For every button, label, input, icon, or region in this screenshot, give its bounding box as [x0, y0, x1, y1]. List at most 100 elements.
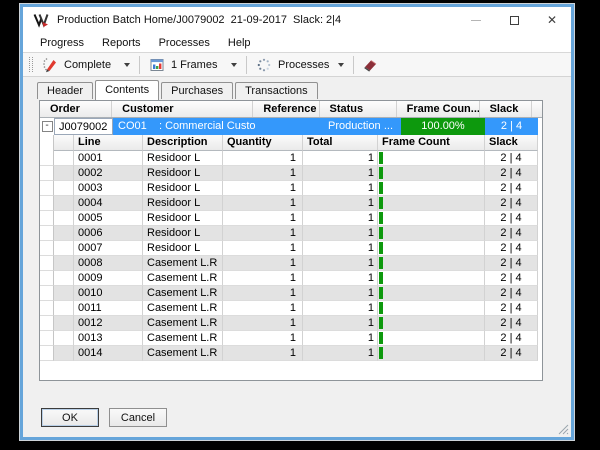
toolbar-grip[interactable]	[29, 57, 33, 72]
total-cell: 1	[303, 181, 378, 196]
description-cell: Casement L.R	[143, 316, 223, 331]
menu-reports[interactable]: Reports	[93, 37, 150, 49]
line-row[interactable]: 0011 Casement L.R 1 1 7.14% 2 | 4	[40, 301, 542, 316]
column-header-total[interactable]: Total	[303, 135, 378, 151]
slack-cell: 2 | 4	[485, 226, 538, 241]
line-row[interactable]: 0013 Casement L.R 1 1 7.14% 2 | 4	[40, 331, 542, 346]
line-row[interactable]: 0004 Residoor L 1 1 7.14% 2 | 4	[40, 196, 542, 211]
description-cell: Residoor L	[143, 151, 223, 166]
line-row[interactable]: 0014 Casement L.R 1 1 7.14% 2 | 4	[40, 346, 542, 361]
contents-tab-page: Order Customer Reference Status Frame Co…	[23, 99, 571, 437]
row-indent	[54, 316, 74, 331]
ok-button[interactable]: OK	[41, 408, 99, 427]
row-indent	[54, 346, 74, 361]
tab-transactions[interactable]: Transactions	[235, 82, 318, 99]
column-header-order[interactable]: Order	[40, 101, 112, 117]
slack-cell: 2 | 4	[485, 196, 538, 211]
progress-bar-icon	[379, 197, 383, 209]
row-filler	[538, 151, 542, 166]
row-header-gutter	[40, 286, 54, 301]
eraser-button[interactable]	[358, 54, 382, 75]
line-row[interactable]: 0009 Casement L.R 1 1 7.14% 2 | 4	[40, 271, 542, 286]
column-header-status[interactable]: Status	[320, 101, 397, 117]
frame-count-progress-cell: 100.00%	[401, 118, 485, 135]
line-row[interactable]: 0007 Residoor L 1 1 7.14% 2 | 4	[40, 241, 542, 256]
description-cell: Residoor L	[143, 211, 223, 226]
menu-processes[interactable]: Processes	[150, 37, 219, 49]
line-row[interactable]: 0003 Residoor L 1 1 7.14% 2 | 4	[40, 181, 542, 196]
total-cell: 1	[303, 241, 378, 256]
frames-dropdown[interactable]: 1 Frames	[144, 54, 242, 75]
processes-spinner-icon	[256, 57, 272, 73]
menu-help[interactable]: Help	[219, 37, 260, 49]
complete-dropdown[interactable]: Complete	[37, 54, 135, 75]
row-header-gutter	[40, 181, 54, 196]
quantity-cell: 1	[223, 166, 303, 181]
close-button[interactable]: ✕	[533, 7, 571, 33]
line-cell: 0007	[74, 241, 143, 256]
tab-contents[interactable]: Contents	[95, 80, 159, 100]
total-cell: 1	[303, 256, 378, 271]
line-row[interactable]: 0008 Casement L.R 1 1 7.14% 2 | 4	[40, 256, 542, 271]
orders-grid: Order Customer Reference Status Frame Co…	[39, 100, 543, 381]
row-indent	[54, 256, 74, 271]
tabstrip: Header Contents Purchases Transactions	[23, 77, 571, 99]
chevron-down-icon[interactable]	[231, 63, 237, 67]
progress-bar-icon	[379, 272, 383, 284]
line-row[interactable]: 0006 Residoor L 1 1 7.14% 2 | 4	[40, 226, 542, 241]
tab-header[interactable]: Header	[37, 82, 93, 99]
chevron-down-icon[interactable]	[338, 63, 344, 67]
description-cell: Residoor L	[143, 166, 223, 181]
progress-bar-icon	[379, 212, 383, 224]
frame-count-cell: 7.14%	[378, 331, 485, 346]
progress-bar-icon	[379, 167, 383, 179]
line-row[interactable]: 0012 Casement L.R 1 1 7.14% 2 | 4	[40, 316, 542, 331]
frame-count-cell: 7.14%	[378, 271, 485, 286]
menu-progress[interactable]: Progress	[31, 37, 93, 49]
row-filler	[538, 181, 542, 196]
resize-grip[interactable]	[556, 422, 569, 435]
window-title: Production Batch Home/J0079002 21-09-201…	[57, 14, 457, 26]
maximize-button[interactable]	[495, 7, 533, 33]
column-header-description[interactable]: Description	[143, 135, 223, 151]
row-header-gutter	[40, 135, 54, 151]
status-cell: Production ...	[323, 118, 401, 135]
column-header-reference[interactable]: Reference	[253, 101, 319, 117]
collapse-button[interactable]: -	[42, 121, 53, 132]
total-cell: 1	[303, 196, 378, 211]
frame-count-cell: 7.14%	[378, 181, 485, 196]
frame-count-cell: 7.14%	[378, 166, 485, 181]
minimize-button[interactable]	[457, 7, 495, 33]
description-cell: Residoor L	[143, 241, 223, 256]
total-cell: 1	[303, 331, 378, 346]
column-header-slack[interactable]: Slack	[480, 101, 532, 117]
column-header-quantity[interactable]: Quantity	[223, 135, 303, 151]
row-header-gutter	[40, 331, 54, 346]
slack-cell: 2 | 4	[485, 256, 538, 271]
progress-bar-icon	[379, 227, 383, 239]
frames-icon	[149, 57, 165, 73]
frame-count-cell: 7.14%	[378, 241, 485, 256]
order-row-selected[interactable]: - J0079002 CO01 : Commercial Customer ..…	[40, 118, 542, 135]
line-row[interactable]: 0010 Casement L.R 1 1 7.14% 2 | 4	[40, 286, 542, 301]
line-row[interactable]: 0001 Residoor L 1 1 7.14% 2 | 4	[40, 151, 542, 166]
description-cell: Casement L.R	[143, 256, 223, 271]
tab-purchases[interactable]: Purchases	[161, 82, 233, 99]
progress-bar-icon	[379, 242, 383, 254]
chevron-down-icon[interactable]	[124, 63, 130, 67]
column-header-line[interactable]: Line	[74, 135, 143, 151]
total-cell: 1	[303, 166, 378, 181]
line-row[interactable]: 0002 Residoor L 1 1 7.14% 2 | 4	[40, 166, 542, 181]
slack-cell: 2 | 4	[485, 271, 538, 286]
row-filler	[538, 211, 542, 226]
column-header-frame-count-sub[interactable]: Frame Count	[378, 135, 485, 151]
line-row[interactable]: 0005 Residoor L 1 1 7.14% 2 | 4	[40, 211, 542, 226]
column-header-slack-sub[interactable]: Slack	[485, 135, 538, 151]
progress-bar-icon	[379, 287, 383, 299]
row-header-gutter	[40, 301, 54, 316]
row-filler	[538, 118, 542, 135]
cancel-button[interactable]: Cancel	[109, 408, 167, 427]
column-header-frame-count[interactable]: Frame Coun...	[397, 101, 480, 117]
processes-dropdown[interactable]: Processes	[251, 54, 349, 75]
column-header-customer[interactable]: Customer	[112, 101, 253, 117]
